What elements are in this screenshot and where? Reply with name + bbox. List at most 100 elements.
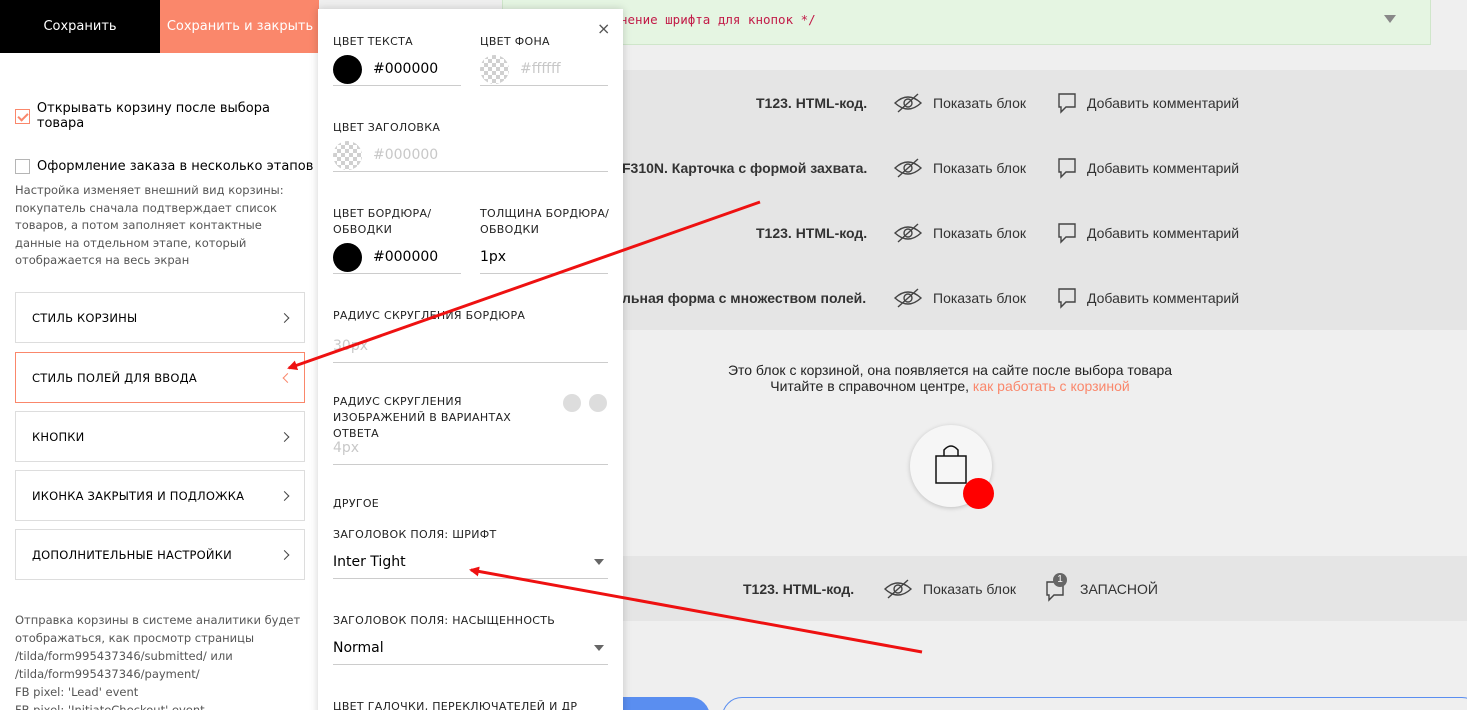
show-block-label: Показать блок bbox=[933, 94, 1027, 111]
border-radius-placeholder: 30px bbox=[333, 338, 368, 354]
comment-label: ЗАПАСНОЙ bbox=[1080, 580, 1158, 597]
bg-color-field[interactable]: #ffffff bbox=[480, 53, 608, 86]
add-comment-button[interactable]: Добавить комментарий bbox=[1057, 70, 1239, 135]
block-row: T123. HTML-код. Показать блок Добавить к… bbox=[0, 200, 1467, 265]
analytics-line: Отправка корзины в системе аналитики буд… bbox=[15, 613, 301, 645]
section-close-icon[interactable]: ИКОНКА ЗАКРЫТИЯ И ПОДЛОЖКА bbox=[15, 470, 305, 521]
show-block-button[interactable]: Показать блок bbox=[893, 70, 1026, 135]
field-weight-value: Normal bbox=[333, 640, 384, 656]
analytics-line: /tilda/form995437346/submitted/ или bbox=[15, 649, 233, 663]
analytics-note: Отправка корзины в системе аналитики буд… bbox=[15, 611, 307, 710]
comment-icon-wrap: 1 bbox=[1045, 572, 1067, 602]
cart-info: Это блок с корзиной, она появляется на с… bbox=[560, 362, 1340, 394]
add-comment-button[interactable]: Добавить комментарий bbox=[1057, 265, 1239, 330]
analytics-line: FB pixel: 'Lead' event bbox=[15, 685, 139, 699]
bottom-input[interactable] bbox=[722, 697, 1467, 710]
section-label: ДОПОЛНИТЕЛЬНЫЕ НАСТРОЙКИ bbox=[32, 547, 232, 562]
show-block-button[interactable]: Показать блок bbox=[883, 556, 1016, 621]
block-row: льная форма с множеством полей. Показать… bbox=[0, 265, 1467, 330]
border-width-field[interactable]: 1px bbox=[480, 241, 608, 274]
add-comment-button[interactable]: Добавить комментарий bbox=[1057, 135, 1239, 200]
show-block-label: Показать блок bbox=[933, 224, 1027, 241]
block-title: T123. HTML-код. bbox=[756, 224, 868, 241]
show-block-button[interactable]: Показать блок bbox=[893, 135, 1026, 200]
text-color-field[interactable]: #000000 bbox=[333, 53, 461, 86]
bg-color-swatch[interactable] bbox=[480, 54, 509, 84]
heading-color-placeholder: #000000 bbox=[373, 147, 439, 163]
border-color-label: ЦВЕТ БОРДЮРА/ ОБВОДКИ bbox=[333, 207, 432, 236]
border-color-swatch[interactable] bbox=[333, 242, 362, 272]
dropdown-arrow-icon bbox=[594, 559, 604, 565]
dropdown-arrow-icon bbox=[594, 645, 604, 651]
field-weight-select[interactable]: Normal bbox=[333, 632, 608, 665]
eye-off-icon bbox=[883, 578, 913, 599]
show-block-label: Показать блок bbox=[923, 580, 1017, 597]
cart-info-help: Читайте в справочном центре, как работат… bbox=[560, 378, 1340, 394]
block-title: льная форма с множеством полей. bbox=[622, 289, 867, 306]
checkbox-color-label: ЦВЕТ ГАЛОЧКИ, ПЕРЕКЛЮЧАТЕЛЕЙ И ДР bbox=[333, 700, 578, 710]
heading-color-swatch[interactable] bbox=[333, 140, 362, 170]
block-title: T123. HTML-код. bbox=[743, 580, 855, 597]
cart-info-help-text: Читайте в справочном центре, bbox=[770, 378, 973, 394]
cart-help-link[interactable]: как работать с корзиной bbox=[973, 378, 1130, 394]
save-button[interactable]: Сохранить bbox=[0, 0, 160, 53]
text-color-swatch[interactable] bbox=[333, 54, 362, 84]
block-row: F310N. Карточка с формой захвата. Показа… bbox=[0, 135, 1467, 200]
text-color-label: ЦВЕТ ТЕКСТА bbox=[333, 35, 413, 48]
code-line: нение шрифта для кнопок */ bbox=[620, 12, 816, 27]
cart-info-text: Это блок с корзиной, она появляется на с… bbox=[727, 362, 1173, 378]
section-label: СТИЛЬ ПОЛЕЙ ДЛЯ ВВОДА bbox=[32, 370, 197, 385]
show-block-button[interactable]: Показать блок bbox=[893, 200, 1026, 265]
bg-color-label: ЦВЕТ ФОНА bbox=[480, 35, 550, 48]
analytics-line: /tilda/form995437346/payment/ bbox=[15, 667, 200, 681]
block-title: T123. HTML-код. bbox=[756, 94, 868, 111]
other-label: ДРУГОЕ bbox=[333, 497, 380, 510]
heading-color-label: ЦВЕТ ЗАГОЛОВКА bbox=[333, 121, 441, 134]
comment-icon bbox=[1058, 157, 1076, 179]
section-buttons[interactable]: КНОПКИ bbox=[15, 411, 305, 462]
show-block-label: Показать блок bbox=[933, 159, 1027, 176]
field-font-label: ЗАГОЛОВОК ПОЛЯ: ШРИФТ bbox=[333, 528, 497, 541]
border-radius-field[interactable]: 30px bbox=[333, 330, 608, 363]
block-title: F310N. Карточка с формой захвата. bbox=[622, 159, 868, 176]
eye-off-icon bbox=[893, 222, 923, 243]
show-block-button[interactable]: Показать блок bbox=[893, 265, 1026, 330]
heading-color-field[interactable]: #000000 bbox=[333, 139, 608, 172]
field-font-select[interactable]: Inter Tight bbox=[333, 546, 608, 579]
eye-off-icon bbox=[893, 287, 923, 308]
analytics-line: FB pixel: 'InitiateCheckout' event bbox=[15, 703, 205, 710]
comment-icon bbox=[1058, 287, 1076, 309]
block-row: T123. HTML-код. Показать блок Добавить к… bbox=[0, 70, 1467, 135]
border-radius-label: РАДИУС СКРУГЛЕНИЯ БОРДЮРА bbox=[333, 309, 526, 322]
comment-button[interactable]: 1 ЗАПАСНОЙ bbox=[1045, 556, 1158, 621]
desktop-icon[interactable] bbox=[589, 394, 607, 412]
text-color-value: #000000 bbox=[373, 61, 439, 77]
chevron-right-icon bbox=[279, 549, 290, 560]
close-icon[interactable]: × bbox=[597, 21, 610, 37]
add-comment-label: Добавить комментарий bbox=[1087, 159, 1240, 176]
field-font-value: Inter Tight bbox=[333, 554, 406, 570]
chevron-left-icon bbox=[282, 372, 293, 383]
add-comment-label: Добавить комментарий bbox=[1087, 289, 1240, 306]
save-and-close-button[interactable]: Сохранить и закрыть bbox=[160, 0, 319, 53]
comment-icon bbox=[1058, 222, 1076, 244]
image-radius-field[interactable]: 4px bbox=[333, 432, 608, 465]
section-input-style[interactable]: СТИЛЬ ПОЛЕЙ ДЛЯ ВВОДА bbox=[15, 352, 305, 403]
border-color-value: #000000 bbox=[373, 249, 439, 265]
scroll-down-icon[interactable] bbox=[1384, 15, 1396, 23]
border-color-field[interactable]: #000000 bbox=[333, 241, 461, 274]
show-block-label: Показать блок bbox=[933, 289, 1027, 306]
section-extra-settings[interactable]: ДОПОЛНИТЕЛЬНЫЕ НАСТРОЙКИ bbox=[15, 529, 305, 580]
comment-icon bbox=[1058, 92, 1076, 114]
section-label: ИКОНКА ЗАКРЫТИЯ И ПОДЛОЖКА bbox=[32, 488, 245, 503]
add-comment-label: Добавить комментарий bbox=[1087, 224, 1240, 241]
add-comment-label: Добавить комментарий bbox=[1087, 94, 1240, 111]
border-width-label: ТОЛЩИНА БОРДЮРА/ ОБВОДКИ bbox=[480, 207, 610, 236]
bg-color-placeholder: #ffffff bbox=[520, 61, 561, 77]
image-radius-placeholder: 4px bbox=[333, 440, 360, 456]
input-style-popup: × ЦВЕТ ТЕКСТА #000000 ЦВЕТ ФОНА #ffffff … bbox=[318, 9, 623, 710]
field-weight-label: ЗАГОЛОВОК ПОЛЯ: НАСЫЩЕННОСТЬ bbox=[333, 614, 556, 627]
fullscreen-icon[interactable] bbox=[563, 394, 581, 412]
cart-badge bbox=[963, 478, 994, 509]
add-comment-button[interactable]: Добавить комментарий bbox=[1057, 200, 1239, 265]
